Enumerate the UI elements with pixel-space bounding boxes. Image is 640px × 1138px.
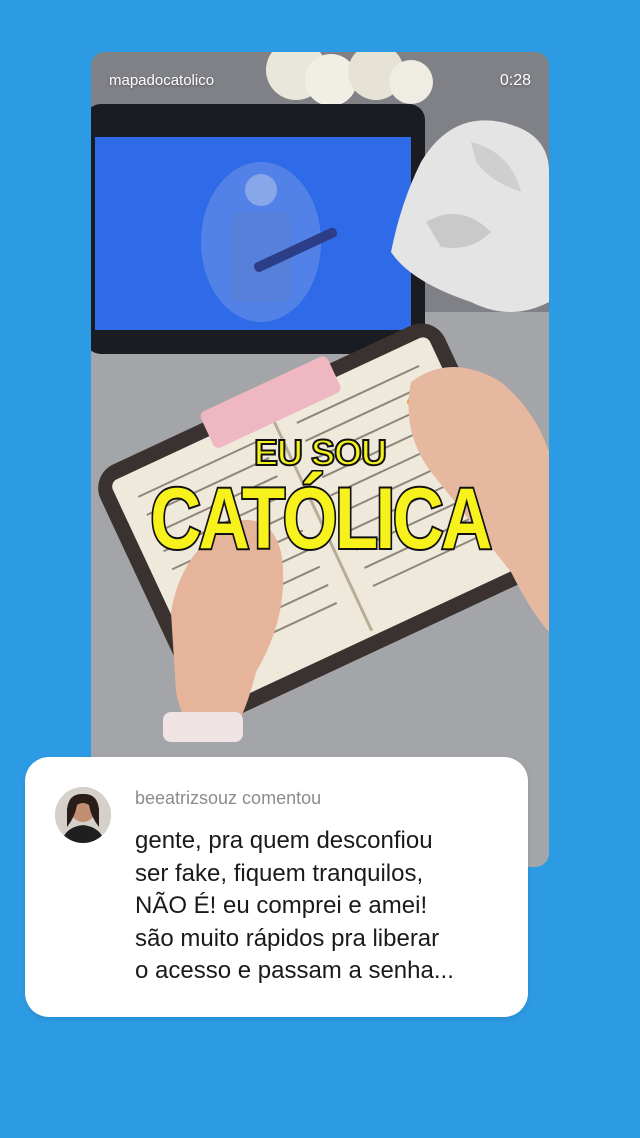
commenter-avatar[interactable] [55,787,111,843]
comment-header: beeatrizsouz comentou [135,788,322,808]
caption-line-small: EU SOU [253,431,388,474]
comment-line: ser fake, fiquem tranquilos, [135,859,424,887]
story-author[interactable]: mapadocatolico [109,72,214,89]
comment-line: o acesso e passam a senha... [135,957,454,984]
caption-line-big: CATÓLICA [149,469,494,569]
story-video[interactable]: mapadocatolico 0:28 EU SOU CATÓLICA [91,52,549,867]
comment-card[interactable]: beeatrizsouz comentou gente, pra quem de… [25,757,528,1017]
comment-line: NÃO É! eu comprei e amei! [135,892,428,919]
comment-text: gente, pra quem desconfiou ser fake, fiq… [135,825,515,988]
tablet [91,104,425,354]
comment-line: são muito rápidos pra liberar [135,924,440,952]
comment-line: gente, pra quem desconfiou [135,827,433,854]
video-timer: 0:28 [499,72,531,89]
avatar-image [55,787,111,843]
